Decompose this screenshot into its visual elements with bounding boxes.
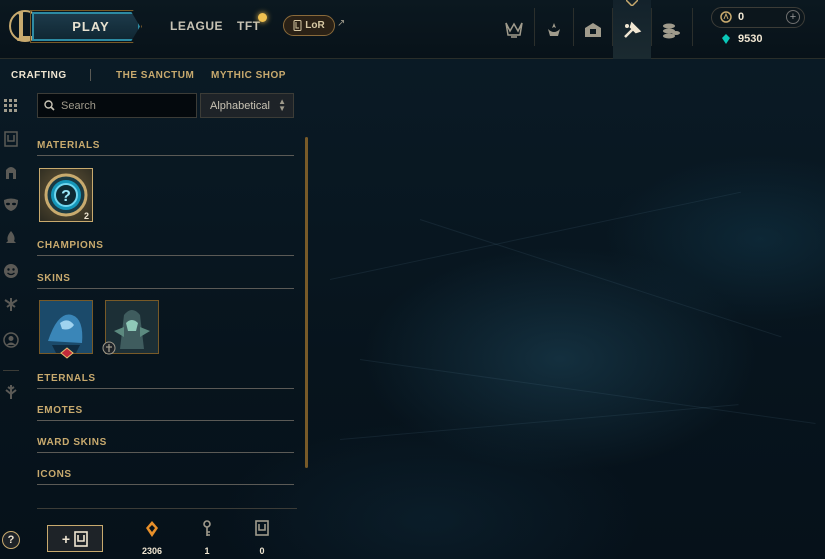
background-streak: [329, 191, 741, 280]
summoner-icon: [3, 332, 19, 348]
lor-label: LoR: [305, 20, 325, 31]
key-indicator: [187, 520, 227, 543]
material-tile[interactable]: ? 2: [39, 168, 93, 222]
svg-text:?: ?: [61, 188, 71, 205]
top-divider: [692, 8, 693, 46]
rp-row: 0: [720, 11, 744, 23]
section-materials[interactable]: MATERIALS: [37, 140, 100, 151]
chest-indicator: [242, 520, 282, 541]
orange-essence-value: 2306: [141, 546, 163, 556]
store-icon: [663, 23, 680, 38]
background-streak: [419, 219, 782, 338]
profile-icon: [585, 22, 601, 37]
filter-emotes-button[interactable]: [2, 262, 20, 280]
top-bar: PLAY LEAGUE TFT LoR ↗ 0 + 9530: [0, 0, 825, 59]
filter-icons-button[interactable]: [2, 331, 20, 349]
filter-ward-skins-button[interactable]: [2, 295, 20, 313]
open-chest-button[interactable]: +: [47, 525, 103, 552]
tab-crafting[interactable]: CRAFTING: [11, 70, 67, 81]
skin-shard-tile[interactable]: [102, 300, 159, 355]
search-icon: [44, 100, 55, 111]
skin-shard-icon: [40, 301, 92, 353]
section-divider: [37, 155, 294, 156]
sort-value: Alphabetical: [210, 99, 270, 112]
filter-skins-button[interactable]: [2, 196, 20, 214]
filter-all-button[interactable]: [2, 97, 20, 115]
section-divider: [37, 484, 294, 485]
chest-icon: [74, 530, 88, 547]
rp-value: 0: [738, 11, 745, 23]
external-link-icon: ↗: [337, 18, 346, 29]
ward-icon: [4, 298, 18, 311]
tab-mythic-shop[interactable]: MYTHIC SHOP: [211, 70, 286, 81]
recycle-icon: [5, 385, 17, 399]
section-champions[interactable]: CHAMPIONS: [37, 240, 104, 251]
legacy-badge-icon: [102, 341, 116, 355]
section-emotes[interactable]: EMOTES: [37, 405, 83, 416]
section-divider: [37, 288, 294, 289]
store-button[interactable]: [652, 0, 690, 59]
notification-dot-icon: [258, 13, 267, 22]
ranked-icon: [505, 21, 523, 38]
key-value: 1: [204, 546, 210, 556]
key-icon: [203, 520, 211, 536]
mask-icon: [4, 198, 18, 211]
blue-essence-value: 9530: [738, 33, 763, 45]
section-skins[interactable]: SKINS: [37, 273, 71, 284]
crafting-icon: [624, 21, 642, 38]
blue-essence-icon: [722, 34, 730, 44]
section-divider: [37, 420, 294, 421]
section-divider: [37, 388, 294, 389]
lor-logo-icon: [293, 20, 302, 31]
orange-essence-indicator: [132, 520, 172, 543]
flame-icon: [6, 231, 16, 243]
filter-misc-button[interactable]: [2, 383, 20, 401]
footer-divider: [37, 508, 297, 509]
active-indicator-icon: [626, 0, 638, 6]
rp-icon: [720, 11, 732, 23]
filter-chests-button[interactable]: [2, 130, 20, 148]
section-ward-skins[interactable]: WARD SKINS: [37, 437, 107, 448]
ranked-button[interactable]: [495, 0, 533, 59]
chest-icon: [4, 131, 18, 147]
search-box[interactable]: [37, 93, 197, 118]
profile-button[interactable]: [574, 0, 612, 59]
filter-eternals-button[interactable]: [2, 229, 20, 247]
blue-essence-row: 9530: [720, 33, 762, 45]
challenges-icon: [548, 22, 560, 36]
buy-rp-button[interactable]: +: [786, 10, 800, 24]
lor-button[interactable]: LoR: [283, 15, 335, 36]
section-eternals[interactable]: ETERNALS: [37, 373, 96, 384]
skin-shard-tile[interactable]: [39, 300, 93, 359]
helmet-icon: [6, 167, 16, 179]
nav-tft[interactable]: TFT: [237, 19, 261, 33]
nav-league[interactable]: LEAGUE: [170, 19, 223, 33]
play-button[interactable]: PLAY: [32, 12, 140, 41]
search-input[interactable]: [61, 99, 181, 112]
subnav-divider: [90, 69, 91, 81]
orange-essence-icon: [146, 521, 158, 537]
sort-select[interactable]: Alphabetical ▲ ▼: [200, 93, 294, 118]
help-button[interactable]: ?: [2, 531, 20, 549]
grid-icon: [4, 99, 17, 112]
rail-divider: [3, 370, 19, 371]
challenges-button[interactable]: [535, 0, 573, 59]
section-divider: [37, 452, 294, 453]
emote-icon: [4, 264, 18, 278]
rarity-gem-icon: [60, 347, 74, 359]
section-divider: [37, 255, 294, 256]
tab-the-sanctum[interactable]: THE SANCTUM: [116, 70, 194, 81]
section-icons[interactable]: ICONS: [37, 469, 72, 480]
crafting-button[interactable]: [613, 0, 651, 59]
chest-value: 0: [259, 546, 265, 556]
material-count: 2: [83, 211, 89, 221]
background-streak: [339, 404, 739, 440]
sort-caret-icon: ▲ ▼: [278, 97, 286, 113]
chest-icon: [255, 520, 269, 536]
background-streak: [359, 359, 816, 425]
open-label: +: [61, 530, 71, 547]
scrollbar[interactable]: [305, 137, 308, 468]
filter-champions-button[interactable]: [2, 163, 20, 181]
